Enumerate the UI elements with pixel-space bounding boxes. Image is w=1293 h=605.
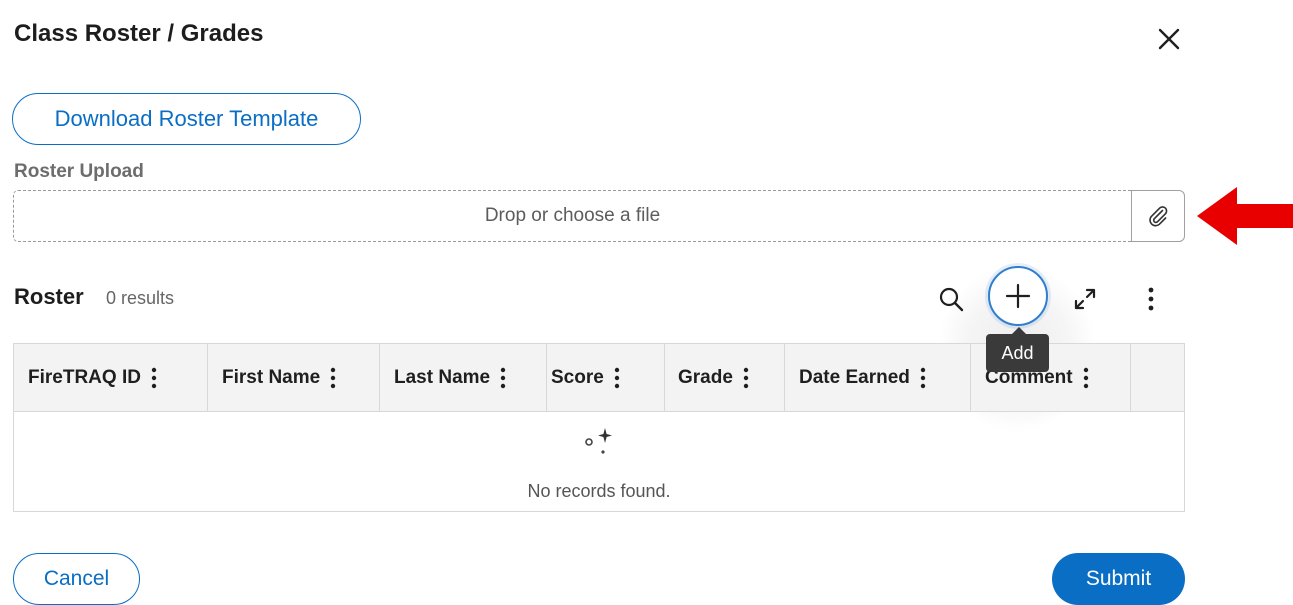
roster-result-count: 0 results	[106, 288, 175, 308]
column-menu-icon[interactable]	[151, 366, 157, 390]
add-tooltip: Add	[986, 327, 1049, 372]
column-label: Date Earned	[799, 366, 910, 388]
column-header-date-earned[interactable]: Date Earned	[785, 344, 971, 411]
column-header-grade[interactable]: Grade	[665, 344, 785, 411]
close-button[interactable]	[1152, 22, 1186, 56]
column-label: Score	[551, 366, 604, 388]
column-menu-icon[interactable]	[500, 366, 506, 390]
add-record-button[interactable]	[988, 266, 1048, 326]
column-label: FireTRAQ ID	[28, 366, 141, 388]
file-dropzone[interactable]: Drop or choose a file	[13, 190, 1131, 242]
search-icon	[939, 287, 964, 312]
expand-button[interactable]	[1066, 280, 1104, 318]
attach-file-button[interactable]	[1131, 190, 1185, 242]
expand-icon	[1074, 288, 1096, 310]
search-button[interactable]	[932, 280, 970, 318]
column-menu-icon[interactable]	[1083, 366, 1089, 390]
close-icon	[1158, 28, 1180, 50]
column-label: First Name	[222, 366, 321, 388]
roster-title: Roster	[14, 284, 84, 309]
column-header-first-name[interactable]: First Name	[208, 344, 380, 411]
column-header-last-name[interactable]: Last Name	[380, 344, 547, 411]
red-arrow-annotation	[1197, 187, 1293, 245]
sparkle-icon	[585, 428, 612, 454]
paperclip-icon	[1149, 206, 1168, 227]
column-menu-icon[interactable]	[330, 366, 336, 390]
more-options-button[interactable]	[1134, 280, 1168, 318]
column-menu-icon[interactable]	[614, 366, 620, 390]
plus-icon	[1005, 283, 1031, 309]
download-roster-template-button[interactable]: Download Roster Template	[12, 93, 361, 145]
empty-state-text: No records found.	[527, 481, 671, 501]
column-header-score[interactable]: Score	[547, 344, 665, 411]
more-vertical-icon	[1148, 287, 1154, 311]
column-header-firetraq-id[interactable]: FireTRAQ ID	[14, 344, 208, 411]
column-label: Last Name	[394, 366, 491, 388]
roster-upload-label: Roster Upload	[14, 161, 144, 182]
column-label: Grade	[678, 366, 733, 388]
submit-button[interactable]: Submit	[1052, 553, 1185, 605]
column-menu-icon[interactable]	[920, 366, 926, 390]
dropzone-placeholder: Drop or choose a file	[484, 205, 661, 226]
dialog-title: Class Roster / Grades	[14, 20, 264, 47]
cancel-button[interactable]: Cancel	[13, 553, 140, 605]
column-menu-icon[interactable]	[743, 366, 749, 390]
